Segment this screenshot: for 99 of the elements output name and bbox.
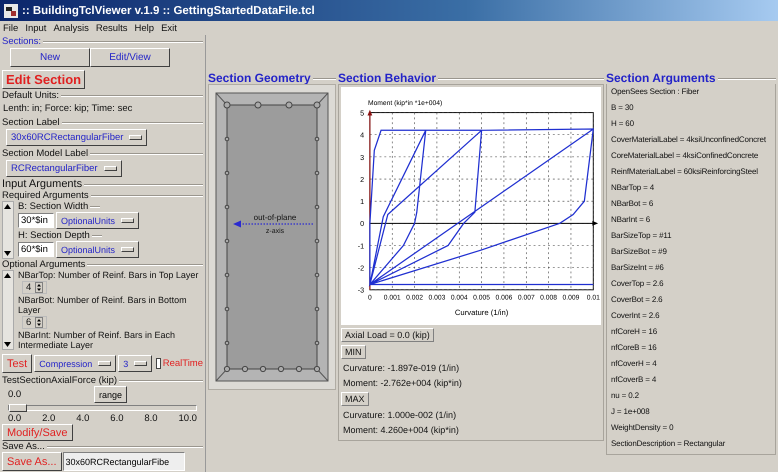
app-icon bbox=[4, 4, 18, 18]
argument-text: NBarTop = 4 bbox=[611, 182, 656, 194]
curvature-text: Curvature: -1.897e-019 (1/in) bbox=[342, 362, 460, 374]
range-button[interactable]: range bbox=[94, 386, 127, 403]
group-label: Optional Arguments bbox=[2, 259, 86, 270]
tick-label: 10.0 bbox=[178, 413, 197, 424]
argument-text: BarSizeBot = #9 bbox=[611, 246, 668, 258]
menu-item[interactable]: Exit bbox=[161, 22, 177, 34]
tick-label: 6.0 bbox=[110, 413, 124, 424]
field-label: NBarTop: Number of Reinf. Bars in Top Layer bbox=[18, 270, 198, 280]
panel-title: Section Arguments bbox=[606, 73, 716, 84]
curvature-text: Curvature: 1.000e-002 (1/in) bbox=[342, 409, 458, 421]
units-dropdown[interactable]: OptionalUnits bbox=[56, 212, 140, 229]
spinbox[interactable]: 4 bbox=[22, 281, 48, 294]
count-dropdown[interactable]: 3 bbox=[118, 355, 152, 372]
argument-text: CoverTop = 2.6 bbox=[611, 278, 664, 290]
units-text: Lenth: in; Force: kip; Time: sec bbox=[2, 102, 134, 116]
file-name-field[interactable]: 30x60RCRectangularFibe bbox=[62, 452, 185, 471]
field-label: NBarInt: Number of Reinf. Bars in Each Intermediate Layer bbox=[18, 330, 176, 350]
panel-title: Section Geometry bbox=[208, 73, 311, 84]
moment-text: Moment: -2.762e+004 (kip*in) bbox=[342, 377, 463, 389]
input-field[interactable]: 30*$in bbox=[18, 213, 54, 228]
slider-thumb[interactable] bbox=[9, 404, 27, 412]
slider-track[interactable] bbox=[8, 405, 197, 411]
dropdown-indicator-icon bbox=[98, 361, 112, 366]
group-label: Save As... bbox=[2, 441, 45, 452]
dropdown-indicator-icon bbox=[121, 218, 134, 223]
group-label: Default Units: bbox=[2, 90, 60, 101]
scrollbar[interactable] bbox=[2, 270, 14, 350]
group-label: Section Model Label bbox=[2, 148, 88, 159]
argument-text: H = 60 bbox=[611, 118, 635, 130]
menu-item[interactable]: Analysis bbox=[53, 22, 89, 34]
argument-text: OpenSees Section : Fiber bbox=[611, 86, 700, 98]
argument-text: ReinfMaterialLabel = 60ksiReinforcingSteel bbox=[611, 166, 759, 178]
slider-value: 0.0 bbox=[8, 389, 22, 400]
section-model-dropdown[interactable]: RCRectangularFiber bbox=[6, 160, 122, 177]
section-button[interactable]: New bbox=[10, 48, 90, 67]
x-axis-title: Curvature (1/in) bbox=[454, 308, 508, 317]
menu-item[interactable]: Help bbox=[134, 22, 154, 34]
scroll-down-icon[interactable] bbox=[3, 340, 12, 349]
dropdown-indicator-icon bbox=[129, 135, 142, 140]
realtime-checkbox[interactable] bbox=[156, 358, 161, 369]
mode-dropdown[interactable]: Compression bbox=[34, 355, 116, 372]
tick-label: 8.0 bbox=[144, 413, 158, 424]
field-label: NBarBot: Number of Reinf. Bars in Bottom Layer bbox=[18, 295, 188, 315]
spin-arrows-icon[interactable] bbox=[35, 282, 44, 293]
group-label: Input Arguments bbox=[2, 179, 82, 190]
group-label: Section Label bbox=[2, 117, 60, 128]
units-dropdown[interactable]: OptionalUnits bbox=[56, 241, 140, 258]
window-title: :: BuildingTclViewer v.1.9 :: GettingStartedDataFile.tcl bbox=[22, 4, 315, 16]
group-label: Required Arguments bbox=[2, 190, 89, 201]
argument-text: CoreMaterialLabel = 4ksiConfinedConcrete bbox=[611, 150, 760, 162]
menu-item[interactable]: Input bbox=[25, 22, 46, 34]
tick-label: 4.0 bbox=[76, 413, 90, 424]
argument-text: CoverMaterialLabel = 4ksiUnconfinedConcret bbox=[611, 134, 767, 146]
argument-text: CoverInt = 2.6 bbox=[611, 310, 660, 322]
spin-arrows-icon[interactable] bbox=[35, 317, 44, 328]
spinbox-value: 4 bbox=[26, 282, 32, 293]
argument-text: CoverBot = 2.6 bbox=[611, 294, 664, 306]
argument-text: BarSizeInt = #6 bbox=[611, 262, 665, 274]
panel-title: Section Behavior bbox=[338, 73, 436, 84]
scroll-down-icon[interactable] bbox=[3, 249, 12, 258]
argument-text: nu = 0.2 bbox=[611, 390, 640, 402]
spinbox-value: 6 bbox=[26, 317, 32, 328]
argument-text: nfCoverB = 4 bbox=[611, 374, 658, 386]
section-label-dropdown[interactable]: 30x60RCRectangularFiber bbox=[6, 129, 148, 146]
argument-text: J = 1e+008 bbox=[611, 406, 651, 418]
argument-text: B = 30 bbox=[611, 102, 634, 114]
argument-text: NBarBot = 6 bbox=[611, 198, 654, 210]
argument-text: SectionDescription = Rectangular bbox=[611, 438, 726, 450]
scrollbar[interactable] bbox=[2, 201, 14, 259]
argument-text: BarSizeTop = #11 bbox=[611, 230, 672, 242]
axial-load-label: Axial Load = 0.0 (kip) bbox=[341, 328, 434, 342]
group-label: TestSectionAxialForce (kip) bbox=[2, 375, 118, 386]
section-button[interactable]: Edit/View bbox=[90, 48, 170, 67]
tick-label: 0.0 bbox=[8, 413, 22, 424]
argument-text: WeightDensity = 0 bbox=[611, 422, 674, 434]
tick-label: 2.0 bbox=[42, 413, 56, 424]
checkbox-label: RealTime bbox=[162, 358, 203, 369]
menu-item[interactable]: File bbox=[3, 22, 18, 34]
arrow-label: out-of-plane bbox=[254, 213, 296, 222]
menu-item[interactable]: Results bbox=[96, 22, 128, 34]
spinbox[interactable]: 6 bbox=[22, 316, 48, 329]
field-label: H: Section Depth bbox=[18, 230, 90, 241]
dropdown-indicator-icon bbox=[121, 247, 134, 252]
scroll-up-icon[interactable] bbox=[3, 271, 12, 280]
field-label: B: Section Width bbox=[18, 201, 88, 212]
argument-text: nfCoverH = 4 bbox=[611, 358, 658, 370]
extreme-label: MAX bbox=[341, 392, 369, 406]
argument-text: NBarInt = 6 bbox=[611, 214, 652, 226]
extreme-label: MIN bbox=[341, 345, 366, 359]
scroll-up-icon[interactable] bbox=[3, 202, 12, 211]
argument-text: nfCoreH = 16 bbox=[611, 326, 658, 338]
input-field[interactable]: 60*$in bbox=[18, 242, 54, 257]
dropdown-indicator-icon bbox=[134, 361, 148, 366]
dropdown-indicator-icon bbox=[104, 166, 117, 171]
moment-text: Moment: 4.260e+004 (kip*in) bbox=[342, 424, 460, 436]
argument-text: nfCoreB = 16 bbox=[611, 342, 658, 354]
group-label: Sections: bbox=[2, 36, 42, 47]
